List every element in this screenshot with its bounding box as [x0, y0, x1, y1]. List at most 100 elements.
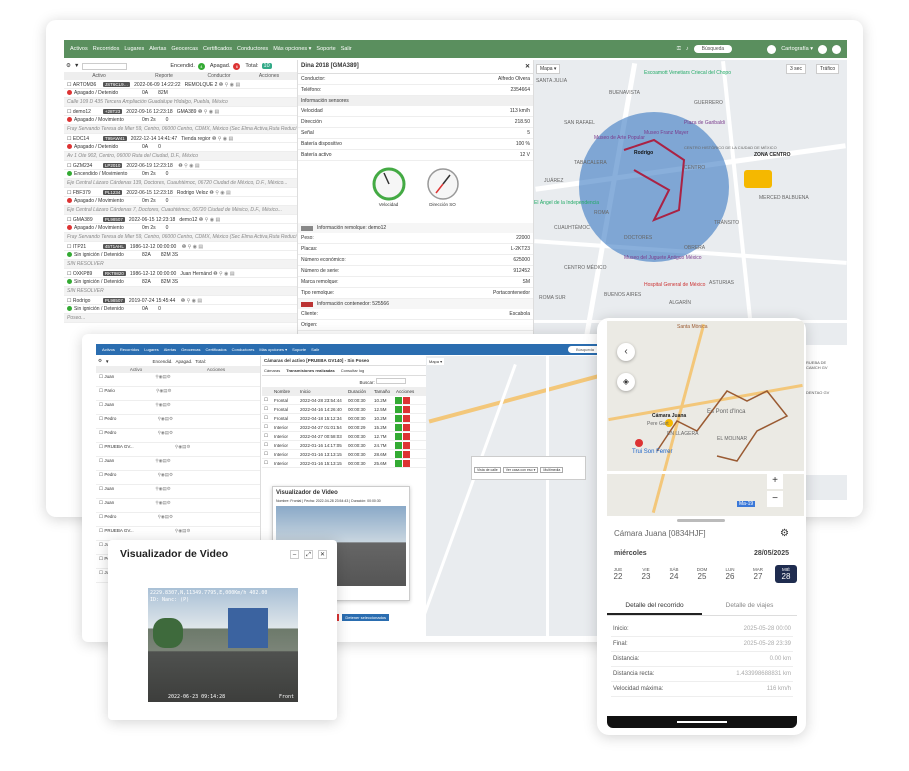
nav-mas-opciones[interactable]: Más opciones ▾ — [273, 46, 311, 52]
checkbox[interactable]: ☐ — [262, 415, 272, 421]
table-row[interactable]: ☐ ITP21 45T1AHL 1986-12-12 00:00:00 ❶ ⚲ ◉ … — [64, 242, 297, 251]
small-asset-row[interactable]: ☐ Pedro ⚲◉▤⚙ — [96, 513, 260, 527]
nav2-salir[interactable]: Salir — [311, 347, 319, 352]
checkbox[interactable]: ☐ — [262, 424, 272, 430]
checkbox[interactable]: ☐ — [262, 460, 272, 466]
checkbox[interactable]: ☐ — [99, 542, 103, 547]
download-icon[interactable] — [395, 432, 402, 440]
small-asset-row[interactable]: ☐ Juan ⚲◉▤⚙ — [96, 401, 260, 415]
action-icons[interactable]: ❶ ⚲ ◉ ▤ — [197, 217, 220, 223]
day-cell[interactable]: MAR 27 — [747, 565, 769, 583]
small-asset-row[interactable]: ☐ Pedro ⚲◉▤⚙ — [96, 429, 260, 443]
nav-alertas[interactable]: Alertas — [149, 46, 166, 52]
buscar-input[interactable] — [376, 378, 406, 384]
zoom-in-icon[interactable]: + — [767, 473, 783, 489]
checkbox[interactable]: ☐ — [67, 82, 71, 88]
nav-geocercas[interactable]: Geocercas — [171, 46, 198, 52]
layers-icon[interactable]: ◈ — [617, 373, 635, 391]
checkbox[interactable]: ☐ — [99, 402, 103, 407]
download-icon[interactable] — [395, 450, 402, 458]
download-icon[interactable] — [395, 441, 402, 449]
nav2-activos[interactable]: Activos — [102, 347, 115, 352]
action-icons[interactable]: ❶ ⚲ ◉ ▤ — [196, 109, 219, 115]
action-icons[interactable]: ⚲◉▤⚙ — [156, 430, 174, 435]
truck-icon[interactable] — [744, 170, 772, 188]
lock-icon[interactable]: ⚿ — [677, 46, 681, 53]
action-icons[interactable]: ❶ ⚲ ◉ ▤ — [208, 190, 230, 196]
checkbox[interactable]: ☐ — [99, 528, 103, 533]
avatar[interactable] — [767, 44, 777, 54]
action-icons[interactable]: ❶ ⚲ ◉ ▤ — [217, 82, 240, 88]
nav2-soporte[interactable]: Soporte — [292, 347, 306, 352]
camera-table-row[interactable]: ☐ Frontal 2022-04-18 15:12:34 00:00:30 10.2M — [262, 414, 426, 423]
action-icons[interactable]: ⚲◉▤⚙ — [156, 472, 174, 477]
nav-activos[interactable]: Activos — [70, 46, 88, 52]
action-icons[interactable]: ⚲◉▤⚙ — [174, 528, 191, 533]
small-asset-row[interactable]: ☐ Juan ⚲◉▤⚙ — [96, 485, 260, 499]
checkbox[interactable]: ☐ — [99, 486, 103, 491]
settings-icon[interactable] — [818, 44, 827, 54]
checkbox[interactable]: ☐ — [99, 416, 103, 421]
action-icons[interactable]: ⚲◉▤⚙ — [154, 486, 171, 491]
filter2-icon[interactable]: ▼ — [105, 359, 109, 364]
tab-detalle-recorrido[interactable]: Detalle del recorrido — [607, 598, 702, 615]
checkbox[interactable]: ☐ — [67, 109, 71, 115]
checkbox[interactable]: ☐ — [67, 190, 71, 196]
tab-camaras[interactable]: Cámaras — [264, 368, 280, 373]
close-icon[interactable]: ✕ — [525, 63, 530, 70]
checkbox[interactable]: ☐ — [67, 298, 71, 304]
tab-detalle-viajes[interactable]: Detalle de viajes — [702, 598, 797, 615]
checkbox[interactable]: ☐ — [99, 458, 103, 463]
gear-icon[interactable]: ⚙ — [66, 63, 71, 69]
map-type-select[interactable]: Mapa ▾ — [536, 64, 561, 74]
camera-map[interactable]: Mapa ▾ Vista de calle Ver casa con eso ▾… — [418, 356, 608, 636]
nav2-conductores[interactable]: Conductores — [232, 347, 255, 352]
multimedia-button[interactable]: Multimedia — [540, 467, 564, 473]
day-cell[interactable]: MIÉ 28 — [775, 565, 797, 583]
col-activo[interactable]: Activo — [64, 73, 134, 79]
delete-icon[interactable] — [403, 405, 410, 413]
settings-gear-icon[interactable]: ⚙ — [780, 528, 789, 539]
nav2-mas[interactable]: Más opciones ▾ — [259, 347, 287, 352]
home-indicator[interactable] — [677, 721, 727, 723]
camera-table-row[interactable]: ☐ Interior 2022-04-27 01:01:54 00:00:29 15.2… — [262, 423, 426, 432]
download-icon[interactable] — [395, 405, 402, 413]
day-cell[interactable]: VIE 23 — [635, 565, 657, 583]
zoom-select[interactable]: 3 sec — [786, 64, 806, 74]
street-view-button[interactable]: Vista de calle — [474, 467, 501, 473]
back-icon[interactable]: ‹ — [617, 343, 635, 361]
delete-icon[interactable] — [403, 396, 410, 404]
checkbox[interactable]: ☐ — [99, 374, 103, 379]
delete-icon[interactable] — [403, 414, 410, 422]
camera-table-row[interactable]: ☐ Frontal 2022-04-16 14:26:40 00:00:30 12.5M — [262, 405, 426, 414]
download-icon[interactable] — [395, 414, 402, 422]
small-asset-row[interactable]: ☐ Pedro ⚲◉▤⚙ — [96, 471, 260, 485]
tab-log[interactable]: Consultar log — [341, 368, 365, 373]
cartography-dropdown[interactable]: Cartografía ▾ — [781, 46, 813, 52]
drag-handle[interactable] — [677, 519, 725, 522]
user-icon[interactable] — [832, 44, 841, 54]
action-icons[interactable]: ❶ ⚲ ◉ ▤ — [212, 271, 234, 277]
delete-icon[interactable] — [403, 432, 410, 440]
small-asset-row[interactable]: ☐ Juan ⚲◉▤⚙ — [96, 499, 260, 513]
action-icons[interactable]: ⚲◉▤⚙ — [174, 444, 191, 449]
checkbox[interactable]: ☐ — [67, 244, 71, 250]
col-conductor[interactable]: Conductor — [194, 73, 244, 79]
small-asset-row[interactable]: ☐ PRUEBA GV... ⚲◉▤⚙ — [96, 443, 260, 457]
action-icons[interactable]: ❶ ⚲ ◉ ▤ — [210, 136, 233, 142]
action-icons[interactable]: ⚲◉▤⚙ — [154, 402, 171, 407]
nav-conductores[interactable]: Conductores — [237, 46, 268, 52]
action-icons[interactable]: ⚲◉▤⚙ — [154, 500, 171, 505]
nav2-alertas[interactable]: Alertas — [164, 347, 176, 352]
camera-table-row[interactable]: ☐ Interior 2022-04-27 00:58:03 00:00:30 12.7… — [262, 432, 426, 441]
bell-icon[interactable]: ♪ — [686, 46, 689, 52]
checkbox[interactable]: ☐ — [262, 406, 272, 412]
day-cell[interactable]: DOM 25 — [691, 565, 713, 583]
camera-table-row[interactable]: ☐ Interior 2022-01-16 15:13:15 00:00:30 25.6… — [262, 459, 426, 468]
delete-icon[interactable] — [403, 450, 410, 458]
checkbox[interactable]: ☐ — [99, 500, 103, 505]
camera-table-row[interactable]: ☐ Frontal 2022-04-28 23:54:44 00:00:30 10.2M — [262, 396, 426, 405]
table-row[interactable]: ☐ GMA389 PL98507 2022-06-15 12:23:18 demo12… — [64, 215, 297, 224]
mobile-map[interactable]: ‹ ◈ + − Santa Mònica Cámara Juana Es Pon… — [607, 321, 804, 516]
col-reporte[interactable]: Reporte — [134, 73, 194, 79]
